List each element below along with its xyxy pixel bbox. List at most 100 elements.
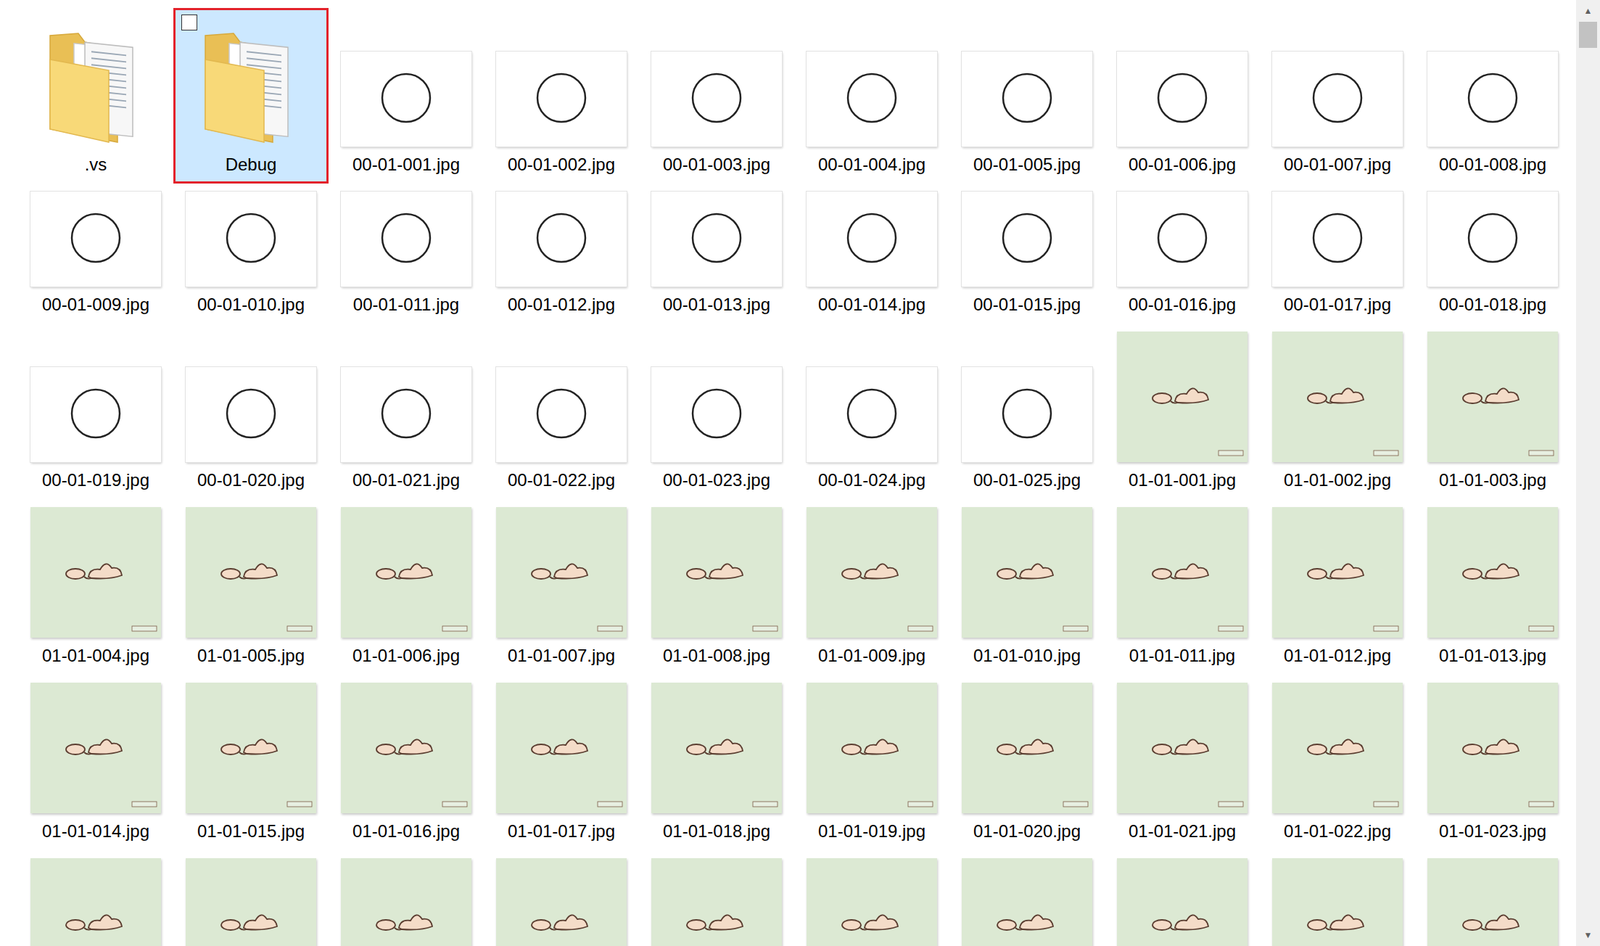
file-item[interactable]: 01-01-020.jpg (949, 674, 1105, 851)
scroll-thumb[interactable] (1578, 21, 1598, 48)
file-item[interactable] (949, 850, 1105, 946)
file-item[interactable]: 01-01-005.jpg (173, 499, 329, 675)
scroll-up-button[interactable]: ▲ (1576, 0, 1600, 22)
file-item[interactable]: 00-01-016.jpg (1104, 183, 1260, 324)
file-item[interactable]: 00-01-001.jpg (328, 43, 484, 184)
vertical-scrollbar[interactable]: ▲ ▼ (1576, 0, 1600, 946)
file-item[interactable]: 00-01-014.jpg (794, 183, 950, 324)
scroll-down-button[interactable]: ▼ (1576, 924, 1600, 946)
file-item[interactable] (1104, 850, 1260, 946)
file-item[interactable]: 01-01-016.jpg (328, 674, 484, 851)
file-item[interactable] (1259, 850, 1416, 946)
file-name: 00-01-003.jpg (662, 153, 771, 176)
file-item[interactable]: 00-01-021.jpg (328, 359, 484, 500)
select-checkbox[interactable] (181, 14, 198, 31)
file-name: 00-01-001.jpg (352, 153, 460, 176)
file-item[interactable]: 00-01-003.jpg (638, 43, 795, 184)
file-item[interactable]: 01-01-019.jpg (794, 674, 950, 851)
image-thumbnail (185, 506, 317, 638)
file-item[interactable]: 00-01-024.jpg (794, 359, 950, 500)
file-item[interactable]: 00-01-025.jpg (949, 359, 1105, 500)
folder-item[interactable]: Debug (173, 7, 329, 184)
image-thumbnail (1272, 331, 1403, 463)
file-name: 01-01-006.jpg (352, 644, 460, 667)
file-item[interactable]: 01-01-009.jpg (794, 499, 950, 675)
file-name: 00-01-007.jpg (1283, 153, 1392, 176)
file-item[interactable]: 01-01-017.jpg (483, 674, 639, 851)
file-item[interactable]: 01-01-008.jpg (638, 499, 795, 675)
file-item[interactable]: 00-01-022.jpg (483, 359, 639, 500)
image-thumbnail (496, 682, 627, 814)
file-name: 00-01-010.jpg (197, 293, 305, 316)
file-item[interactable]: 00-01-023.jpg (638, 359, 795, 500)
file-item[interactable] (483, 850, 639, 946)
image-thumbnail (340, 191, 472, 287)
file-item[interactable]: 01-01-010.jpg (949, 499, 1105, 675)
image-thumbnail (651, 366, 782, 463)
scroll-track[interactable] (1576, 21, 1600, 925)
file-item[interactable] (18, 850, 174, 946)
file-name: 00-01-025.jpg (973, 469, 1081, 492)
image-thumbnail (340, 858, 472, 946)
file-item[interactable]: 01-01-002.jpg (1259, 323, 1416, 500)
file-name: 00-01-005.jpg (973, 153, 1081, 176)
file-item[interactable]: 01-01-003.jpg (1415, 323, 1571, 500)
file-item[interactable]: 00-01-006.jpg (1104, 43, 1260, 184)
file-item[interactable]: 00-01-020.jpg (173, 359, 329, 500)
file-item[interactable]: 01-01-007.jpg (483, 499, 639, 675)
file-item[interactable]: 00-01-013.jpg (638, 183, 795, 324)
image-thumbnail (806, 191, 938, 287)
file-explorer: .vs Debug 00-01-001.jpg 00-01-002.jpg 00… (0, 0, 1600, 946)
file-item[interactable]: 01-01-023.jpg (1415, 674, 1571, 851)
file-item[interactable]: 00-01-017.jpg (1259, 183, 1416, 324)
file-item[interactable] (1415, 850, 1571, 946)
file-item[interactable]: 01-01-004.jpg (18, 499, 174, 675)
file-name: 01-01-012.jpg (1283, 644, 1392, 667)
file-item[interactable]: 01-01-014.jpg (18, 674, 174, 851)
file-name: 00-01-024.jpg (818, 469, 926, 492)
file-item[interactable]: 00-01-004.jpg (794, 43, 950, 184)
file-item[interactable]: 00-01-007.jpg (1259, 43, 1416, 184)
file-item[interactable]: 00-01-011.jpg (328, 183, 484, 324)
image-thumbnail (496, 506, 627, 638)
file-item[interactable]: 00-01-005.jpg (949, 43, 1105, 184)
file-item[interactable]: 00-01-012.jpg (483, 183, 639, 324)
file-item[interactable]: 00-01-008.jpg (1415, 43, 1571, 184)
file-name: 01-01-003.jpg (1438, 469, 1547, 492)
file-item[interactable] (638, 850, 795, 946)
folder-item[interactable]: .vs (18, 7, 174, 184)
file-item[interactable]: 00-01-002.jpg (483, 43, 639, 184)
file-item[interactable]: 01-01-018.jpg (638, 674, 795, 851)
file-item[interactable]: 00-01-009.jpg (18, 183, 174, 324)
file-name: 01-01-015.jpg (197, 820, 305, 843)
image-thumbnail (806, 682, 938, 814)
file-item[interactable]: 01-01-012.jpg (1259, 499, 1416, 675)
file-item[interactable]: 01-01-021.jpg (1104, 674, 1260, 851)
file-item[interactable]: 01-01-022.jpg (1259, 674, 1416, 851)
file-name: 00-01-022.jpg (507, 469, 616, 492)
image-thumbnail (651, 682, 782, 814)
file-item[interactable]: 00-01-015.jpg (949, 183, 1105, 324)
file-item[interactable]: 00-01-019.jpg (18, 359, 174, 500)
image-thumbnail (1116, 858, 1248, 946)
image-thumbnail (185, 682, 317, 814)
image-thumbnail (1116, 51, 1248, 147)
file-item[interactable]: 01-01-001.jpg (1104, 323, 1260, 500)
image-thumbnail (30, 858, 162, 946)
image-thumbnail (1427, 682, 1558, 814)
file-item[interactable]: 01-01-011.jpg (1104, 499, 1260, 675)
file-name: 01-01-009.jpg (818, 644, 926, 667)
file-name: 00-01-023.jpg (662, 469, 771, 492)
file-item[interactable] (173, 850, 329, 946)
file-item[interactable]: 00-01-018.jpg (1415, 183, 1571, 324)
file-name: Debug (225, 153, 278, 176)
file-item[interactable]: 01-01-013.jpg (1415, 499, 1571, 675)
file-item[interactable]: 00-01-010.jpg (173, 183, 329, 324)
file-item[interactable]: 01-01-006.jpg (328, 499, 484, 675)
image-thumbnail (961, 366, 1093, 463)
file-item[interactable] (794, 850, 950, 946)
file-item[interactable] (328, 850, 484, 946)
file-item[interactable]: 01-01-015.jpg (173, 674, 329, 851)
image-thumbnail (1427, 858, 1558, 946)
file-name: 01-01-023.jpg (1438, 820, 1547, 843)
